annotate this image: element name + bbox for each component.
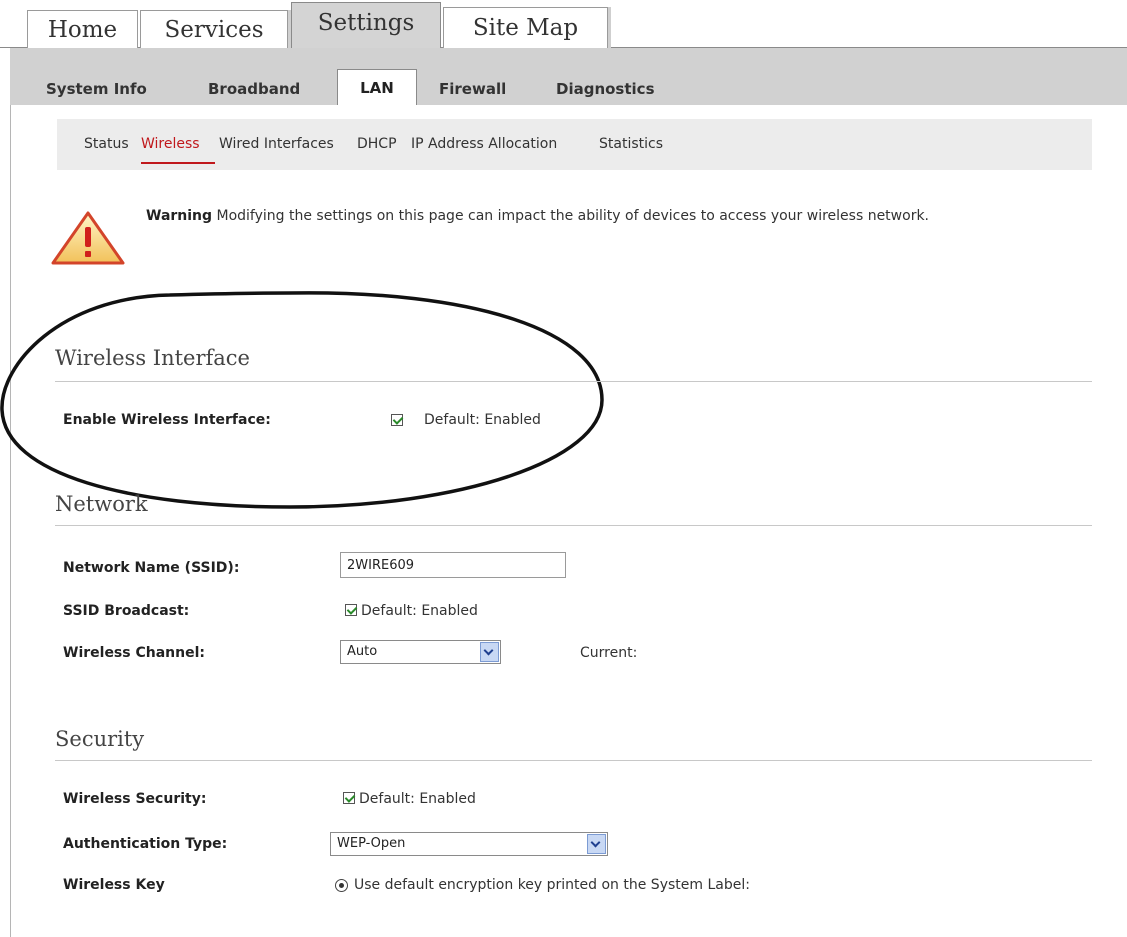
active-link-underline xyxy=(141,162,215,164)
subtab-diagnostics[interactable]: Diagnostics xyxy=(556,80,655,98)
link-statistics[interactable]: Statistics xyxy=(599,136,663,152)
default-key-radio[interactable] xyxy=(335,879,348,892)
ssid-broadcast-label: SSID Broadcast: xyxy=(63,603,190,619)
ssid-broadcast-checkbox[interactable] xyxy=(345,604,357,616)
wireless-channel-select[interactable]: Auto xyxy=(340,640,501,664)
link-wireless[interactable]: Wireless xyxy=(141,136,200,152)
chevron-down-icon[interactable] xyxy=(587,834,606,854)
ellipse-annotation xyxy=(0,291,604,509)
section-divider xyxy=(55,760,1092,761)
default-key-option-label: Use default encryption key printed on th… xyxy=(354,877,750,893)
link-wired-interfaces[interactable]: Wired Interfaces xyxy=(219,136,334,152)
authentication-type-value: WEP-Open xyxy=(337,836,406,851)
link-dhcp[interactable]: DHCP xyxy=(357,136,397,152)
wireless-key-label: Wireless Key xyxy=(63,877,165,893)
section-divider xyxy=(55,525,1092,526)
warning-triangle-icon xyxy=(51,211,125,265)
wireless-channel-value: Auto xyxy=(347,644,378,659)
subtab-firewall[interactable]: Firewall xyxy=(439,80,506,98)
wireless-security-label: Wireless Security: xyxy=(63,791,207,807)
subtab-broadband[interactable]: Broadband xyxy=(208,80,300,98)
section-divider xyxy=(55,381,1092,382)
warning-title: Warning xyxy=(146,208,213,224)
ssid-input[interactable] xyxy=(340,552,566,578)
link-status[interactable]: Status xyxy=(84,136,129,152)
tab-services[interactable]: Services xyxy=(140,10,288,48)
authentication-type-label: Authentication Type: xyxy=(63,836,228,852)
top-navigation: Home Services Settings Site Map xyxy=(0,0,1127,50)
subtab-system-info[interactable]: System Info xyxy=(46,80,147,98)
wireless-channel-label: Wireless Channel: xyxy=(63,645,205,661)
enable-wireless-default: Default: Enabled xyxy=(424,412,541,428)
ssid-label: Network Name (SSID): xyxy=(63,560,240,576)
tab-home[interactable]: Home xyxy=(27,10,138,48)
enable-wireless-label: Enable Wireless Interface: xyxy=(63,412,271,428)
ssid-broadcast-default: Default: Enabled xyxy=(361,603,478,619)
tab-site-map[interactable]: Site Map xyxy=(443,7,608,48)
section-title-security: Security xyxy=(55,727,145,751)
wireless-security-checkbox[interactable] xyxy=(343,792,355,804)
section-title-network: Network xyxy=(55,492,148,516)
warning-text: Modifying the settings on this page can … xyxy=(216,208,930,224)
enable-wireless-checkbox[interactable] xyxy=(391,414,403,426)
wireless-security-default: Default: Enabled xyxy=(359,791,476,807)
warning-message: Warning Modifying the settings on this p… xyxy=(146,203,1046,229)
wireless-channel-current: Current: xyxy=(580,645,638,661)
chevron-down-icon[interactable] xyxy=(480,642,499,662)
subtab-lan[interactable]: LAN xyxy=(337,69,417,105)
link-ip-address-allocation[interactable]: IP Address Allocation xyxy=(411,136,557,152)
tab-settings[interactable]: Settings xyxy=(291,2,441,50)
authentication-type-select[interactable]: WEP-Open xyxy=(330,832,608,856)
section-title-wireless-interface: Wireless Interface xyxy=(55,346,250,370)
